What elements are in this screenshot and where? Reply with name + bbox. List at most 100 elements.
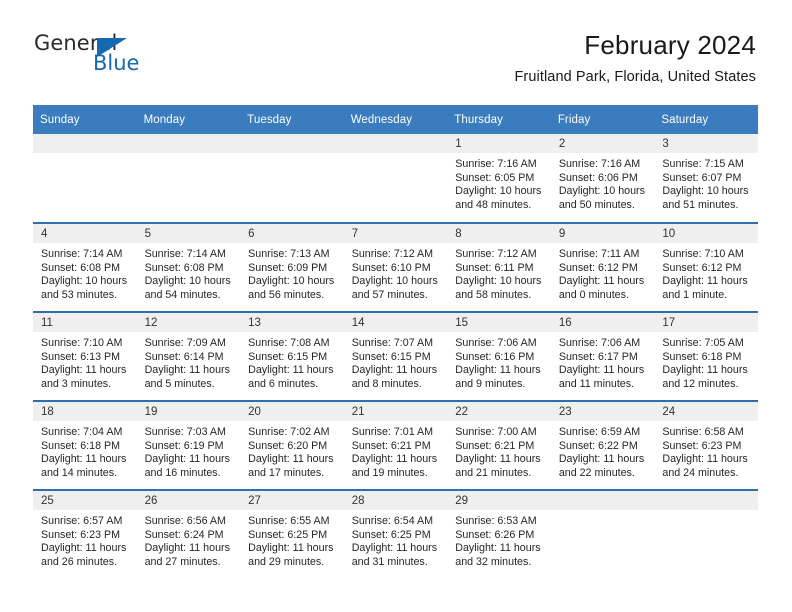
sunrise-text: Sunrise: 7:11 AM <box>558 248 640 260</box>
sunrise-text: Sunrise: 7:01 AM <box>351 426 434 438</box>
calendar-week-row: 18 Sunrise: 7:04 AM Sunset: 6:18 PM Dayligh… <box>33 400 758 490</box>
sunset-text: Sunset: 6:08 PM <box>144 261 224 274</box>
sunrise-text: Sunrise: 7:05 AM <box>662 337 744 349</box>
calendar-day-cell[interactable]: 28 Sunrise: 6:54 AM Sunset: 6:25 PM Dayligh… <box>343 489 448 579</box>
calendar-day-cell[interactable]: 5 Sunrise: 7:14 AM Sunset: 6:08 PM Daylight… <box>136 222 241 312</box>
daylight-text-line2: and 9 minutes. <box>455 377 526 390</box>
daylight-text-line2: and 8 minutes. <box>351 377 422 390</box>
calendar-week-row: 4 Sunrise: 7:14 AM Sunset: 6:08 PM Daylight… <box>33 222 758 312</box>
day-number: 13 <box>240 313 344 332</box>
sunset-text: Sunset: 6:08 PM <box>41 261 121 274</box>
day-details: Sunrise: 6:54 AM Sunset: 6:25 PM Daylight:… <box>344 510 448 569</box>
day-details: Sunrise: 6:55 AM Sunset: 6:25 PM Daylight:… <box>240 510 344 569</box>
calendar-day-cell[interactable]: 29 Sunrise: 6:53 AM Sunset: 6:26 PM Dayligh… <box>447 489 551 579</box>
day-details: Sunrise: 7:01 AM Sunset: 6:21 PM Daylight:… <box>344 421 448 480</box>
sunrise-text: Sunrise: 6:56 AM <box>144 515 226 527</box>
calendar-day-cell-empty <box>654 489 758 579</box>
calendar-day-cell[interactable]: 17 Sunrise: 7:05 AM Sunset: 6:18 PM Dayligh… <box>654 311 758 401</box>
weekday-header-thursday: Thursday <box>447 105 551 134</box>
calendar-week-row: 11 Sunrise: 7:10 AM Sunset: 6:13 PM Dayligh… <box>33 311 758 401</box>
calendar-header-row: Sunday Monday Tuesday Wednesday Thursday… <box>33 105 758 134</box>
daylight-text-line1: Daylight: 11 hours <box>662 453 748 466</box>
daylight-text-line2: and 19 minutes. <box>351 466 428 479</box>
calendar-day-cell[interactable]: 22 Sunrise: 7:00 AM Sunset: 6:21 PM Dayligh… <box>447 400 551 490</box>
weekday-header-wednesday: Wednesday <box>343 105 448 134</box>
daylight-text-line2: and 21 minutes. <box>455 466 532 479</box>
calendar-day-cell[interactable]: 20 Sunrise: 7:02 AM Sunset: 6:20 PM Dayligh… <box>240 400 344 490</box>
weekday-header-monday: Monday <box>136 105 241 134</box>
daylight-text-line1: Daylight: 11 hours <box>455 542 541 555</box>
day-details: Sunrise: 6:56 AM Sunset: 6:24 PM Daylight:… <box>137 510 241 569</box>
calendar-day-cell[interactable]: 16 Sunrise: 7:06 AM Sunset: 6:17 PM Dayligh… <box>550 311 655 401</box>
calendar-day-cell[interactable]: 23 Sunrise: 6:59 AM Sunset: 6:22 PM Dayligh… <box>550 400 655 490</box>
calendar-table: Sunday Monday Tuesday Wednesday Thursday… <box>33 105 758 579</box>
calendar-day-cell[interactable]: 13 Sunrise: 7:08 AM Sunset: 6:15 PM Dayligh… <box>240 311 344 401</box>
sunset-text: Sunset: 6:25 PM <box>248 528 328 541</box>
sunset-text: Sunset: 6:11 PM <box>455 261 534 274</box>
sunrise-text: Sunrise: 6:54 AM <box>351 515 434 527</box>
day-details: Sunrise: 7:03 AM Sunset: 6:19 PM Daylight:… <box>137 421 241 480</box>
daylight-text-line1: Daylight: 10 hours <box>144 275 231 288</box>
daylight-text-line1: Daylight: 11 hours <box>351 453 438 466</box>
calendar-day-cell[interactable]: 9 Sunrise: 7:11 AM Sunset: 6:12 PM Daylight… <box>550 222 655 312</box>
sunrise-text: Sunrise: 7:16 AM <box>558 158 641 170</box>
sunrise-text: Sunrise: 7:16 AM <box>455 158 537 170</box>
calendar-day-cell[interactable]: 11 Sunrise: 7:10 AM Sunset: 6:13 PM Dayligh… <box>33 311 137 401</box>
calendar-day-cell[interactable]: 19 Sunrise: 7:03 AM Sunset: 6:19 PM Dayligh… <box>136 400 241 490</box>
daylight-text-line2: and 12 minutes. <box>662 377 739 390</box>
sunset-text: Sunset: 6:20 PM <box>248 439 328 452</box>
day-number <box>343 134 448 153</box>
sunrise-text: Sunrise: 7:13 AM <box>248 248 330 260</box>
calendar-day-cell[interactable]: 12 Sunrise: 7:09 AM Sunset: 6:14 PM Dayligh… <box>136 311 241 401</box>
sunrise-text: Sunrise: 7:06 AM <box>558 337 641 349</box>
day-number: 9 <box>550 224 655 243</box>
calendar-day-cell[interactable]: 8 Sunrise: 7:12 AM Sunset: 6:11 PM Daylight… <box>447 222 551 312</box>
daylight-text-line1: Daylight: 11 hours <box>558 453 645 466</box>
calendar-day-cell[interactable]: 4 Sunrise: 7:14 AM Sunset: 6:08 PM Daylight… <box>33 222 137 312</box>
daylight-text-line1: Daylight: 11 hours <box>41 453 127 466</box>
day-number: 12 <box>136 313 241 332</box>
weekday-header-saturday: Saturday <box>654 105 758 134</box>
day-number: 24 <box>654 402 758 421</box>
daylight-text-line2: and 27 minutes. <box>144 555 221 568</box>
calendar-day-cell[interactable]: 2 Sunrise: 7:16 AM Sunset: 6:06 PM Daylight… <box>550 134 655 223</box>
general-blue-logo[interactable]: General Blue <box>34 32 214 80</box>
daylight-text-line2: and 48 minutes. <box>455 198 532 211</box>
day-number <box>550 491 655 510</box>
calendar-day-cell[interactable]: 1 Sunrise: 7:16 AM Sunset: 6:05 PM Daylight… <box>447 134 551 223</box>
daylight-text-line1: Daylight: 10 hours <box>41 275 128 288</box>
weekday-header-sunday: Sunday <box>33 105 137 134</box>
day-number <box>654 491 758 510</box>
sunrise-text: Sunrise: 6:57 AM <box>41 515 123 527</box>
day-number: 10 <box>654 224 758 243</box>
sunset-text: Sunset: 6:12 PM <box>662 261 742 274</box>
sunrise-text: Sunrise: 7:09 AM <box>144 337 226 349</box>
day-details: Sunrise: 7:09 AM Sunset: 6:14 PM Daylight:… <box>137 332 241 391</box>
calendar-day-cell[interactable]: 15 Sunrise: 7:06 AM Sunset: 6:16 PM Dayligh… <box>447 311 551 401</box>
calendar-day-cell[interactable]: 26 Sunrise: 6:56 AM Sunset: 6:24 PM Dayligh… <box>136 489 241 579</box>
sunrise-text: Sunrise: 7:14 AM <box>144 248 226 260</box>
calendar-day-cell[interactable]: 24 Sunrise: 6:58 AM Sunset: 6:23 PM Dayligh… <box>654 400 758 490</box>
day-number: 14 <box>343 313 448 332</box>
calendar-day-cell[interactable]: 18 Sunrise: 7:04 AM Sunset: 6:18 PM Dayligh… <box>33 400 137 490</box>
daylight-text-line1: Daylight: 11 hours <box>41 364 127 377</box>
day-details: Sunrise: 7:10 AM Sunset: 6:12 PM Daylight:… <box>654 243 758 302</box>
sunset-text: Sunset: 6:15 PM <box>351 350 431 363</box>
day-details: Sunrise: 7:08 AM Sunset: 6:15 PM Daylight:… <box>240 332 344 391</box>
calendar-day-cell[interactable]: 25 Sunrise: 6:57 AM Sunset: 6:23 PM Dayligh… <box>33 489 137 579</box>
calendar-day-cell[interactable]: 10 Sunrise: 7:10 AM Sunset: 6:12 PM Dayligh… <box>654 222 758 312</box>
calendar-day-cell[interactable]: 3 Sunrise: 7:15 AM Sunset: 6:07 PM Daylight… <box>654 134 758 223</box>
daylight-text-line2: and 5 minutes. <box>144 377 215 390</box>
day-details: Sunrise: 7:00 AM Sunset: 6:21 PM Daylight:… <box>447 421 551 480</box>
calendar-day-cell[interactable]: 14 Sunrise: 7:07 AM Sunset: 6:15 PM Dayligh… <box>343 311 448 401</box>
calendar-day-cell[interactable]: 7 Sunrise: 7:12 AM Sunset: 6:10 PM Daylight… <box>343 222 448 312</box>
sunset-text: Sunset: 6:23 PM <box>662 439 742 452</box>
calendar-day-cell[interactable]: 6 Sunrise: 7:13 AM Sunset: 6:09 PM Daylight… <box>240 222 344 312</box>
daylight-text-line1: Daylight: 11 hours <box>248 364 334 377</box>
day-details: Sunrise: 7:06 AM Sunset: 6:16 PM Daylight:… <box>447 332 551 391</box>
day-details: Sunrise: 7:06 AM Sunset: 6:17 PM Daylight:… <box>551 332 655 391</box>
calendar-day-cell[interactable]: 27 Sunrise: 6:55 AM Sunset: 6:25 PM Dayligh… <box>240 489 344 579</box>
calendar-day-cell[interactable]: 21 Sunrise: 7:01 AM Sunset: 6:21 PM Dayligh… <box>343 400 448 490</box>
page-header: General Blue February 2024 Fruitland Par… <box>0 0 792 85</box>
day-details: Sunrise: 7:07 AM Sunset: 6:15 PM Daylight:… <box>344 332 448 391</box>
